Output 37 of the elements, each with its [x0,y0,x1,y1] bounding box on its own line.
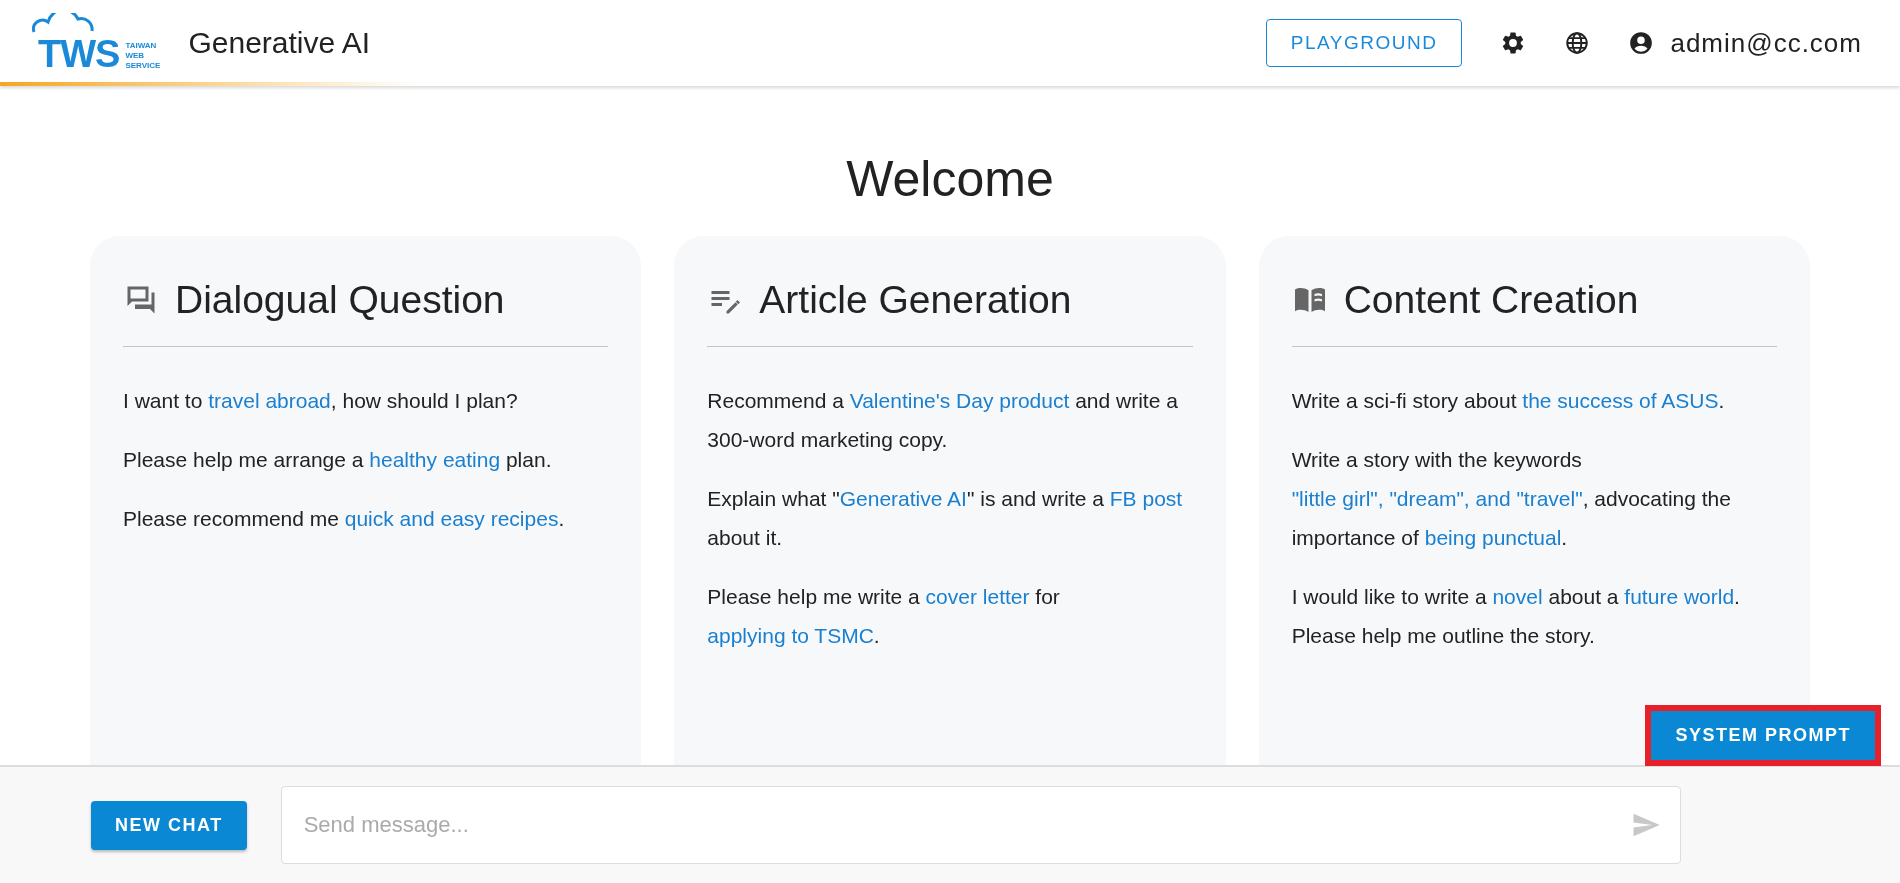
account-icon[interactable] [1628,30,1655,56]
prompt-text[interactable]: Explain what "Generative AI" is and write a FB post about it. [707,479,1193,557]
prompt-text[interactable]: I would like to write a novel about a future world. Please help me outline the story. [1291,577,1777,655]
prompt-link[interactable]: travel abroad [208,389,331,412]
app-title: Generative AI [188,26,371,60]
prompt-text[interactable]: Please recommend me quick and easy recipes. [123,499,609,538]
message-input-field[interactable]: Send message... [280,786,1681,864]
logo-text: WEB [125,51,146,61]
prompt-link[interactable]: Valentine's Day product [849,389,1070,412]
prompt-link[interactable]: future world [1624,585,1735,608]
prompt-link[interactable]: novel [1492,585,1543,608]
prompt-link[interactable]: FB post [1109,487,1183,510]
prompt-link[interactable]: Generative AI [839,487,967,510]
new-chat-button[interactable]: NEW CHAT [91,800,247,850]
card-title: Dialogual Question [175,278,505,322]
prompt-link[interactable]: quick and easy recipes [344,507,559,530]
card-title: Content Creation [1343,278,1639,322]
card-title: Article Generation [759,278,1072,322]
prompt-link[interactable]: applying to TSMC [707,624,874,647]
prompt-link[interactable]: healthy eating [369,448,501,471]
prompt-text[interactable]: Please help me write a cover letter for applying to TSMC. [707,577,1193,655]
prompt-text[interactable]: Recommend a Valentine's Day product and write a 300-word marketing copy. [707,381,1193,459]
prompt-link[interactable]: the success of ASUS [1522,389,1719,412]
logo-mark: TWS [37,35,120,73]
prompt-link[interactable]: "little girl", "dream", and "travel" [1291,487,1583,510]
prompt-text[interactable]: I want to travel abroad, how should I plan? [123,381,609,420]
welcome-heading: Welcome [846,150,1054,208]
prompt-link[interactable]: being punctual [1424,526,1562,549]
prompt-text[interactable]: Write a sci-fi story about the success of ASUS. [1291,381,1777,420]
prompt-text[interactable]: Write a story with the keywords "little girl", "dream", and "travel", advocating the importance of being punctual. [1291,440,1777,557]
logo-text: SERVICE [125,61,161,71]
prompt-link[interactable]: cover letter [925,585,1030,608]
globe-icon[interactable] [1564,30,1591,56]
logo-text: TAIWAN [125,41,158,51]
user-email[interactable]: admin@cc.com [1670,27,1862,59]
prompt-text[interactable]: Please help me arrange a healthy eating plan. [123,440,609,479]
playground-button[interactable]: PLAYGROUND [1265,19,1463,67]
